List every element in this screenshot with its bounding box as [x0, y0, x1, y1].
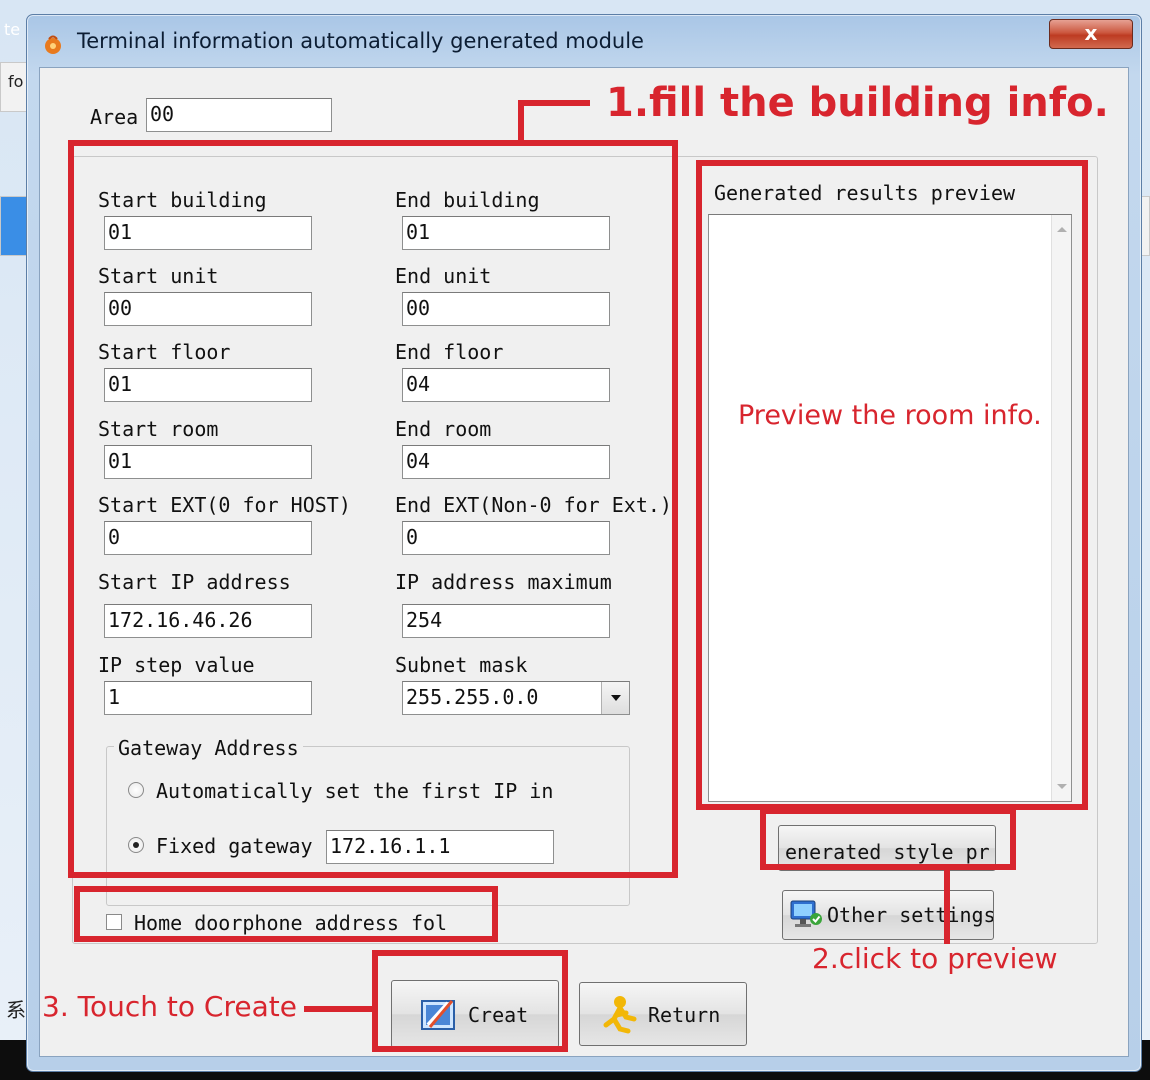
area-label: Area — [90, 105, 139, 129]
area-input[interactable]: 00 — [146, 98, 332, 132]
window-title: Terminal information automatically gener… — [77, 29, 644, 53]
annotation-connector — [518, 100, 590, 106]
title-bar[interactable]: Terminal information automatically gener… — [27, 15, 1141, 67]
preview-highlight — [696, 160, 1088, 810]
annotation-connector — [304, 1006, 374, 1012]
computer-settings-icon — [790, 900, 822, 927]
other-settings-label: Other settings — [827, 903, 994, 927]
background-text: fo — [8, 72, 24, 91]
return-icon — [603, 996, 637, 1034]
annotation-connector — [518, 100, 524, 144]
generated-style-highlight — [760, 808, 1016, 870]
step2-annotation: 2.click to preview — [812, 942, 1058, 975]
close-button[interactable]: x — [1049, 19, 1133, 49]
annotation-connector — [944, 870, 950, 944]
home-doorphone-highlight — [74, 886, 498, 942]
other-settings-button[interactable]: Other settings — [782, 890, 994, 940]
return-button[interactable]: Return — [579, 982, 747, 1046]
step3-annotation: 3. Touch to Create — [42, 990, 297, 1023]
background-text: te — [4, 20, 21, 39]
create-highlight — [372, 950, 568, 1052]
step1-annotation: 1.fill the building info. — [606, 80, 1109, 126]
return-label: Return — [648, 1003, 721, 1027]
building-info-highlight — [68, 140, 678, 878]
preview-annotation: Preview the room info. — [738, 400, 1042, 431]
background-text: 系 — [6, 998, 26, 1022]
app-icon — [45, 35, 61, 54]
